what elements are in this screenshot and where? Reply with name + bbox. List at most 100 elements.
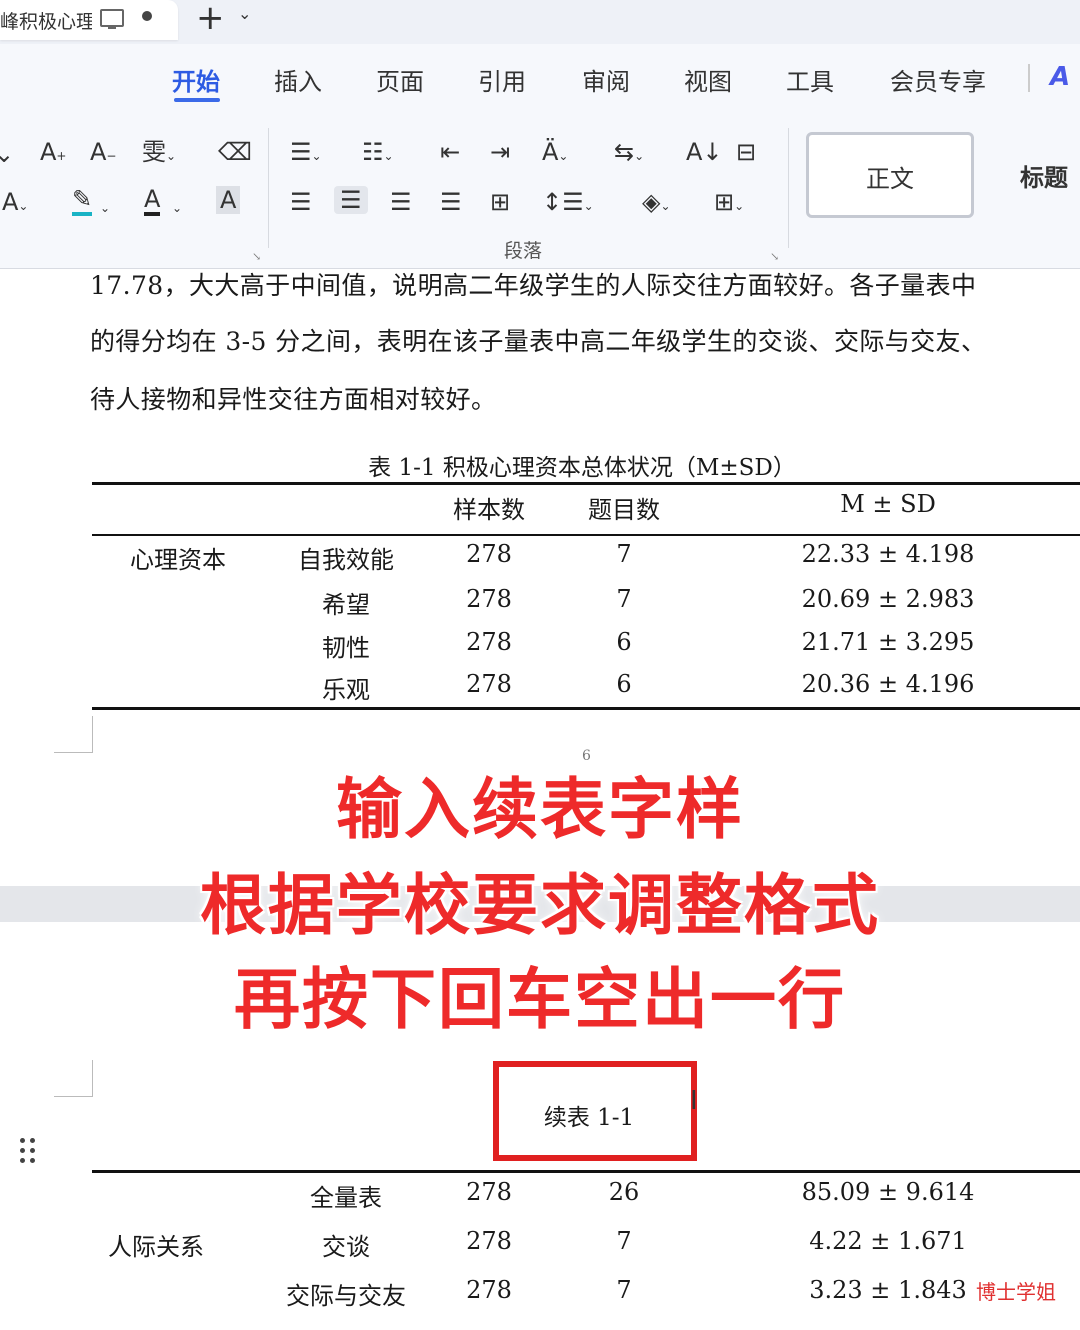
font-shrink-icon[interactable]: A−: [90, 138, 116, 170]
table-group-label[interactable]: 人际关系: [108, 1227, 204, 1262]
menu-membership[interactable]: 会员专享: [890, 62, 986, 97]
table-cell-msd[interactable]: 20.69 ± 2.983: [802, 585, 975, 613]
text-effect-icon[interactable]: A⌄: [2, 188, 28, 220]
continued-table-caption[interactable]: 续表 1-1: [544, 1098, 634, 1132]
justify-icon[interactable]: ☰: [440, 188, 462, 216]
style-heading[interactable]: 标题: [1020, 158, 1068, 193]
align-right-icon[interactable]: ☰: [390, 188, 412, 216]
menu-review[interactable]: 审阅: [582, 62, 630, 97]
highlight-icon[interactable]: ✎: [72, 186, 93, 216]
line-spacing-icon[interactable]: ↕☰⌄: [542, 188, 594, 220]
overlay-instruction-line: 根据学校要求调整格式: [200, 867, 880, 944]
document-tab[interactable]: 峰积极心理: [0, 0, 178, 40]
table-cell-name[interactable]: 韧性: [322, 628, 370, 663]
font-grow-icon[interactable]: A+: [40, 138, 66, 170]
table-header[interactable]: 样本数: [453, 490, 525, 525]
table-cell-n[interactable]: 278: [466, 1227, 512, 1255]
paragraph-dialog-launcher-icon[interactable]: ↘: [770, 250, 779, 263]
font-size-dropdown-chevron-icon[interactable]: ⌄: [0, 140, 14, 168]
table-cell-items[interactable]: 7: [616, 1276, 631, 1304]
new-tab-button[interactable]: +: [196, 0, 225, 38]
table-cell-n[interactable]: 278: [466, 1276, 512, 1304]
table-cell-msd[interactable]: 21.71 ± 3.295: [802, 628, 975, 656]
table-cell-name[interactable]: 希望: [322, 585, 370, 620]
overlay-instruction-line: 输入续表字样: [336, 771, 744, 848]
table-cell-items[interactable]: 7: [616, 540, 631, 568]
align-left-icon[interactable]: ☰: [290, 188, 312, 216]
table-bottom-rule: [92, 707, 1080, 710]
phonetic-guide-icon[interactable]: 雯⌄: [142, 138, 176, 170]
menu-page[interactable]: 页面: [376, 62, 424, 97]
text-direction-icon[interactable]: ⇆⌄: [614, 138, 644, 170]
tab-strip: 峰积极心理 + ⌄: [0, 0, 1080, 44]
document-tab-title[interactable]: 峰积极心理: [0, 7, 92, 34]
table-cell-name[interactable]: 交际与交友: [286, 1276, 406, 1311]
increase-indent-icon[interactable]: ⇥: [490, 138, 510, 166]
active-tab-indicator: [174, 98, 220, 102]
table-cell-n[interactable]: 278: [466, 585, 512, 613]
toolbar-divider: [788, 128, 789, 248]
table-cell-items[interactable]: 6: [616, 628, 631, 656]
watermark: 博士学姐: [976, 1280, 1056, 1304]
table-header-rule: [92, 534, 1080, 536]
body-paragraph-line[interactable]: 的得分均在 3-5 分之间，表明在该子量表中高二年级学生的交谈、交际与交友、: [90, 322, 986, 358]
table-cell-items[interactable]: 26: [609, 1178, 640, 1206]
menu-insert[interactable]: 插入: [274, 62, 322, 97]
sort-icon[interactable]: A↓: [686, 138, 723, 166]
table-cell-n[interactable]: 278: [466, 628, 512, 656]
chinese-layout-icon[interactable]: Ä⌄: [542, 138, 568, 170]
table-cell-n[interactable]: 278: [466, 540, 512, 568]
table-cell-items[interactable]: 6: [616, 670, 631, 698]
table-cell-name[interactable]: 乐观: [322, 670, 370, 705]
font-color-chevron-icon[interactable]: ⌄: [172, 190, 182, 222]
table-header[interactable]: M ± SD: [840, 490, 936, 518]
table-cell-msd[interactable]: 85.09 ± 9.614: [802, 1178, 975, 1206]
table-cell-name[interactable]: 交谈: [322, 1227, 370, 1262]
paragraph-group-label: 段落: [504, 240, 543, 262]
font-dialog-launcher-icon[interactable]: ↘: [252, 250, 261, 263]
numbering-icon[interactable]: ☷⌄: [362, 138, 394, 170]
shading-icon[interactable]: ◈⌄: [642, 188, 671, 220]
table-cell-name[interactable]: 全量表: [310, 1178, 382, 1213]
menu-divider: [1028, 64, 1030, 92]
table-cell-n[interactable]: 278: [466, 1178, 512, 1206]
wps-ai-icon[interactable]: A: [1050, 62, 1070, 92]
menu-tools[interactable]: 工具: [786, 62, 834, 97]
style-normal[interactable]: 正文: [806, 132, 974, 218]
font-color-icon[interactable]: A: [144, 186, 161, 216]
ribbon-menu: 开始 插入 页面 引用 审阅 视图 工具 会员专享 A: [0, 44, 1080, 110]
table-group-label[interactable]: 心理资本: [130, 540, 226, 575]
highlight-chevron-icon[interactable]: ⌄: [100, 190, 110, 222]
decrease-indent-icon[interactable]: ⇤: [440, 138, 460, 166]
menu-home[interactable]: 开始: [172, 62, 220, 97]
menu-references[interactable]: 引用: [478, 62, 526, 97]
show-marks-icon[interactable]: ⊟: [736, 138, 756, 166]
continued-table-top-rule: [92, 1170, 1080, 1173]
bullets-icon[interactable]: ☰⌄: [290, 138, 322, 170]
table-cell-msd[interactable]: 22.33 ± 4.198: [802, 540, 975, 568]
body-paragraph-line[interactable]: 17.78，大大高于中间值，说明高二年级学生的人际交往方面较好。各子量表中: [90, 266, 976, 302]
table-title[interactable]: 表 1-1 积极心理资本总体状况（M±SD）: [368, 448, 796, 482]
chevron-down-icon[interactable]: ⌄: [238, 4, 251, 23]
body-paragraph-line[interactable]: 待人接物和异性交往方面相对较好。: [90, 380, 496, 416]
text-cursor-icon: I: [690, 1086, 698, 1116]
table-cell-items[interactable]: 7: [616, 1227, 631, 1255]
table-cell-msd[interactable]: 20.36 ± 4.196: [802, 670, 975, 698]
clear-format-icon[interactable]: ⌫: [218, 138, 252, 166]
distribute-icon[interactable]: ⊞: [490, 188, 510, 216]
style-normal-label: 正文: [866, 165, 914, 193]
char-shading-icon[interactable]: A: [216, 186, 241, 214]
table-cell-msd[interactable]: 4.22 ± 1.671: [809, 1227, 967, 1255]
table-cell-n[interactable]: 278: [466, 670, 512, 698]
align-center-icon[interactable]: ☰: [334, 186, 368, 214]
table-cell-name[interactable]: 自我效能: [298, 540, 394, 575]
borders-icon[interactable]: ⊞⌄: [714, 188, 744, 220]
overlay-instruction-line: 再按下回车空出一行: [234, 961, 846, 1038]
monitor-icon[interactable]: [100, 9, 124, 29]
table-header[interactable]: 题目数: [588, 490, 660, 525]
drag-handle-icon[interactable]: [20, 1138, 40, 1168]
table-cell-items[interactable]: 7: [616, 585, 631, 613]
menu-view[interactable]: 视图: [684, 62, 732, 97]
toolbar-divider: [268, 128, 269, 248]
table-cell-msd[interactable]: 3.23 ± 1.843: [809, 1276, 967, 1304]
